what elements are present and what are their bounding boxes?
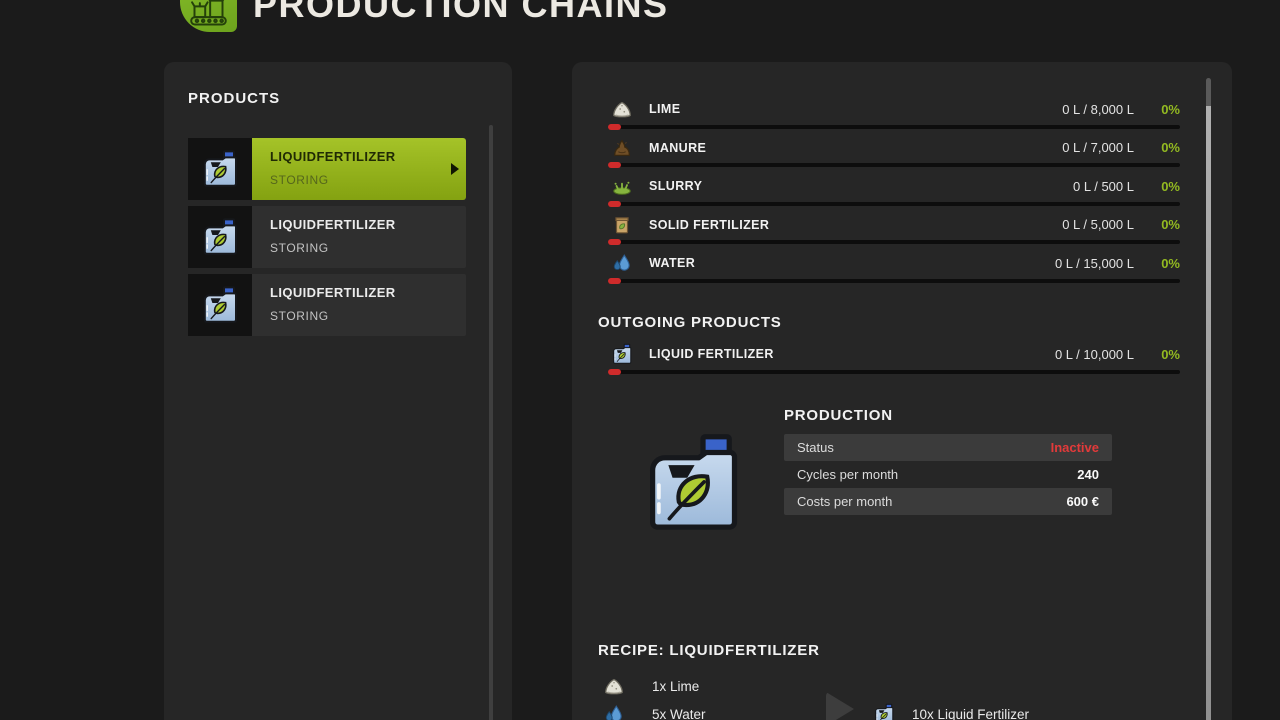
product-name: SOLID FERTILIZER xyxy=(649,218,769,232)
lime-icon xyxy=(602,675,626,697)
production-cycles-value: 240 xyxy=(1077,467,1099,482)
slurry-icon xyxy=(610,175,634,197)
fill-bar xyxy=(608,370,1180,374)
cycles-label: Cycles per month xyxy=(797,467,898,482)
production-chains-icon xyxy=(180,0,237,32)
fill-amount: 0 L / 500 L xyxy=(1073,179,1134,194)
fill-bar xyxy=(608,125,1180,129)
fill-percent: 0% xyxy=(1134,347,1180,362)
outgoing-products-title: OUTGOING PRODUCTS xyxy=(598,314,782,331)
outgoing-products-list: LIQUID FERTILIZER 0 L / 10,000 L 0% xyxy=(598,337,1180,376)
outgoing-row-liquid-fertilizer: LIQUID FERTILIZER 0 L / 10,000 L 0% xyxy=(598,337,1180,376)
production-title: PRODUCTION xyxy=(784,407,893,424)
fill-bar-marker xyxy=(608,124,621,130)
recipe-arrow-icon xyxy=(826,692,854,720)
incoming-row-water: WATER 0 L / 15,000 L 0% xyxy=(598,246,1180,285)
lime-icon xyxy=(610,98,634,120)
page-title: PRODUCTION CHAINS xyxy=(253,0,669,26)
liquid-fertilizer-icon xyxy=(188,274,252,336)
fill-percent: 0% xyxy=(1134,140,1180,155)
recipe-output-liquid-fertilizer: 10x Liquid Fertilizer xyxy=(872,700,1029,720)
recipe-output-label: 10x Liquid Fertilizer xyxy=(912,707,1029,720)
fill-amount: 0 L / 5,000 L xyxy=(1062,217,1134,232)
fill-bar xyxy=(608,163,1180,167)
fill-bar-marker xyxy=(608,201,621,207)
costs-label: Costs per month xyxy=(797,494,892,509)
product-list-item-2[interactable]: LIQUIDFERTILIZER STORING xyxy=(188,206,466,268)
fill-percent: 0% xyxy=(1134,256,1180,271)
product-list-item-3[interactable]: LIQUIDFERTILIZER STORING xyxy=(188,274,466,336)
liquid-fertilizer-icon xyxy=(188,138,252,200)
water-icon xyxy=(610,252,634,274)
product-item-status: STORING xyxy=(270,309,466,323)
product-item-status: STORING xyxy=(270,241,466,255)
fill-amount: 0 L / 15,000 L xyxy=(1055,256,1134,271)
recipe-input-label: 1x Lime xyxy=(652,679,699,694)
fill-bar-marker xyxy=(608,369,621,375)
fill-percent: 0% xyxy=(1134,102,1180,117)
manure-icon xyxy=(610,137,634,159)
liquid-fertilizer-image xyxy=(640,418,745,548)
detail-scrollbar[interactable] xyxy=(1206,78,1211,720)
fill-bar xyxy=(608,279,1180,283)
factory-conveyor-icon xyxy=(188,0,229,27)
product-list: LIQUIDFERTILIZER STORING LIQUIDFERTILIZE… xyxy=(188,138,466,342)
product-item-meta: LIQUIDFERTILIZER STORING xyxy=(252,206,466,268)
fill-bar-marker xyxy=(608,162,621,168)
product-item-name: LIQUIDFERTILIZER xyxy=(270,285,466,300)
product-item-name: LIQUIDFERTILIZER xyxy=(270,217,466,232)
fill-percent: 0% xyxy=(1134,179,1180,194)
production-status-value: Inactive xyxy=(1051,440,1099,455)
production-status-row: Status Inactive xyxy=(784,434,1112,461)
recipe-input-lime: 1x Lime xyxy=(602,672,699,700)
fill-bar-marker xyxy=(608,278,621,284)
incoming-products-list: LIME 0 L / 8,000 L 0% MANURE 0 L / 7,000… xyxy=(598,92,1180,285)
status-label: Status xyxy=(797,440,834,455)
incoming-row-slurry: SLURRY 0 L / 500 L 0% xyxy=(598,169,1180,208)
production-info-table: Status Inactive Cycles per month 240 Cos… xyxy=(784,434,1112,515)
product-name: LIME xyxy=(649,102,680,116)
incoming-row-lime: LIME 0 L / 8,000 L 0% xyxy=(598,92,1180,131)
production-cycles-row: Cycles per month 240 xyxy=(784,461,1112,488)
product-item-status: STORING xyxy=(270,173,466,187)
incoming-row-manure: MANURE 0 L / 7,000 L 0% xyxy=(598,131,1180,170)
liquid-fertilizer-icon xyxy=(610,343,634,365)
fill-amount: 0 L / 7,000 L xyxy=(1062,140,1134,155)
detail-panel: LIME 0 L / 8,000 L 0% MANURE 0 L / 7,000… xyxy=(572,62,1232,720)
fill-amount: 0 L / 8,000 L xyxy=(1062,102,1134,117)
products-panel: PRODUCTS LIQUIDFERTILIZER STORING LIQUID… xyxy=(164,62,512,720)
product-item-meta: LIQUIDFERTILIZER STORING xyxy=(252,138,466,200)
solid-fertilizer-icon xyxy=(610,214,634,236)
recipe-title: RECIPE: LIQUIDFERTILIZER xyxy=(598,642,820,659)
product-name: MANURE xyxy=(649,141,706,155)
production-costs-row: Costs per month 600 € xyxy=(784,488,1112,515)
product-item-meta: LIQUIDFERTILIZER STORING xyxy=(252,274,466,336)
fill-amount: 0 L / 10,000 L xyxy=(1055,347,1134,362)
products-panel-title: PRODUCTS xyxy=(188,90,280,107)
recipe-input-label: 5x Water xyxy=(652,707,706,720)
fill-bar xyxy=(608,240,1180,244)
production-chains-screen: PRODUCTION CHAINS PRODUCTS LIQUIDFERTILI… xyxy=(0,0,1280,720)
product-name: WATER xyxy=(649,256,695,270)
liquid-fertilizer-icon xyxy=(872,703,896,720)
product-name: LIQUID FERTILIZER xyxy=(649,347,774,361)
product-name: SLURRY xyxy=(649,179,702,193)
fill-bar xyxy=(608,202,1180,206)
production-costs-value: 600 € xyxy=(1066,494,1099,509)
incoming-row-solid-fertilizer: SOLID FERTILIZER 0 L / 5,000 L 0% xyxy=(598,208,1180,247)
products-scrollbar[interactable] xyxy=(489,125,493,720)
liquid-fertilizer-icon xyxy=(188,206,252,268)
product-list-item-1[interactable]: LIQUIDFERTILIZER STORING xyxy=(188,138,466,200)
water-icon xyxy=(602,703,626,720)
selected-arrow-icon xyxy=(451,163,459,175)
fill-percent: 0% xyxy=(1134,217,1180,232)
fill-bar-marker xyxy=(608,239,621,245)
product-item-name: LIQUIDFERTILIZER xyxy=(270,149,466,164)
recipe-input-water: 5x Water xyxy=(602,700,706,720)
